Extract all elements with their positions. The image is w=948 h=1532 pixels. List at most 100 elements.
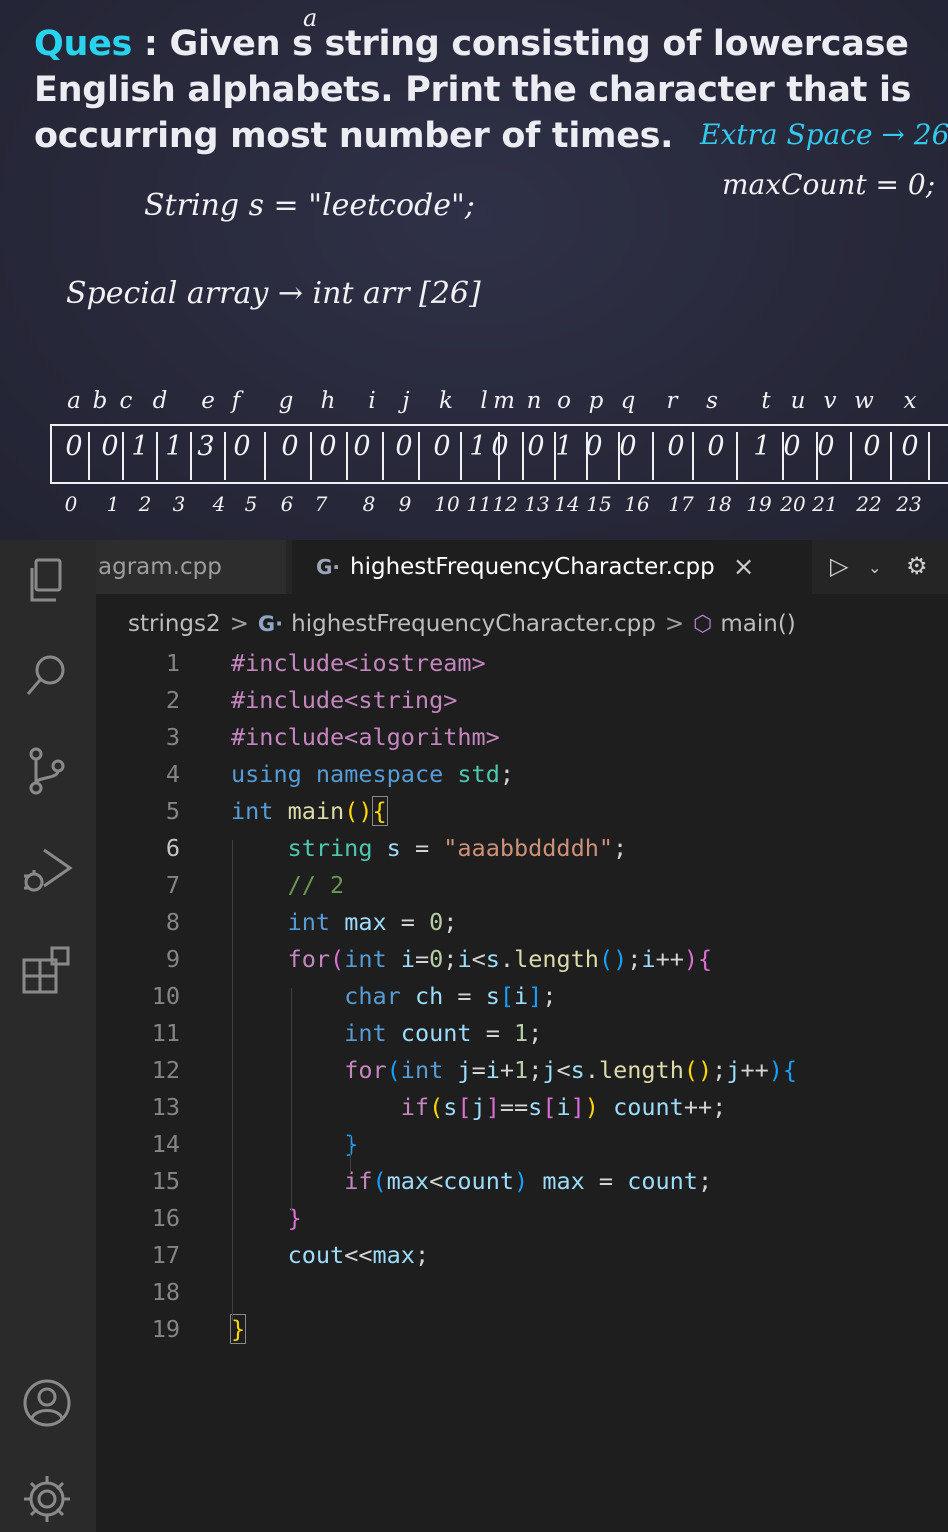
line-number: 1 (165, 648, 180, 677)
array-index: 5 (244, 492, 258, 516)
line-number: 15 (151, 1166, 180, 1195)
line-number: 14 (151, 1129, 180, 1158)
whiteboard: Ques : Given s string consisting of lowe… (0, 0, 948, 540)
tab-highest-frequency-character[interactable]: G· highestFrequencyCharacter.cpp × (292, 540, 812, 594)
code-line[interactable]: 5 int main(){ (96, 792, 948, 829)
array-cell-value: 0 (353, 431, 371, 462)
alphabet-letter: x (903, 388, 917, 414)
code-line[interactable]: 19} (96, 1310, 948, 1347)
cpp-file-icon: G· (316, 555, 341, 579)
array-cell-value: 0 (233, 431, 251, 462)
tab-label: agram.cpp (98, 554, 222, 580)
alphabet-letter: w (854, 388, 874, 414)
array-index: 3 (172, 492, 186, 516)
code-line[interactable]: 6 string s = "aaabbddddh"; (96, 829, 948, 866)
extensions-icon[interactable] (20, 942, 74, 996)
tab-anagram[interactable]: agram.cpp (96, 540, 286, 594)
indent-guide (350, 1136, 351, 1173)
code-text: int max = 0; (287, 907, 458, 936)
code-text: using namespace std; (231, 759, 515, 788)
code-text: int count = 1; (344, 1018, 543, 1047)
code-line[interactable]: 3 #include<algorithm> (96, 718, 948, 755)
array-cell-value: 0 (281, 431, 299, 462)
array-index: 0 (64, 492, 78, 516)
alphabet-letter: d (152, 388, 168, 414)
line-number: 10 (151, 981, 180, 1010)
code-text: cout<<max; (287, 1240, 430, 1269)
run-icon[interactable]: ▷ (830, 552, 848, 580)
code-line[interactable]: 15 if(max<count) max = count; (96, 1162, 948, 1199)
array-index: 22 (856, 492, 882, 516)
indent-guide (232, 840, 233, 1320)
line-number: 3 (165, 722, 180, 751)
chevron-right-icon: > (229, 611, 249, 637)
breadcrumb-symbol[interactable]: main() (720, 611, 795, 637)
code-line[interactable]: 18 (96, 1273, 948, 1310)
array-cell-value: 0 (667, 431, 685, 462)
explorer-icon[interactable] (20, 554, 74, 608)
breadcrumb-file[interactable]: highestFrequencyCharacter.cpp (291, 611, 656, 637)
code-line[interactable]: 16 } (96, 1199, 948, 1236)
question-line-3: occurring most number of times. (34, 116, 674, 156)
alphabet-letter: f (231, 388, 241, 414)
breadcrumb-folder[interactable]: strings2 (128, 611, 221, 637)
array-cell-value: 0 (585, 431, 603, 462)
search-icon[interactable] (20, 648, 74, 702)
alphabet-letter: v (823, 388, 837, 414)
array-cell-divider (264, 432, 266, 480)
code-line[interactable]: 12 for(int j=i+1;j<s.length();j++){ (96, 1051, 948, 1088)
array-cell-divider (850, 432, 852, 480)
code-line[interactable]: 14 } (96, 1125, 948, 1162)
alphabet-letter: a (67, 388, 81, 414)
code-line[interactable]: 2 #include<string> (96, 681, 948, 718)
line-number: 7 (165, 870, 180, 899)
editor-settings-gear-icon[interactable]: ⚙ (906, 552, 928, 580)
array-index: 13 (524, 492, 550, 516)
line-number: 17 (151, 1240, 180, 1269)
alphabet-letter: r (666, 388, 678, 414)
code-line[interactable]: 9 for(int i=0;i<s.length();i++){ (96, 940, 948, 977)
account-icon[interactable] (20, 1376, 74, 1430)
code-line[interactable]: 17 cout<<max; (96, 1236, 948, 1273)
code-text: #include<string> (231, 685, 458, 714)
code-text: for(int j=i+1;j<s.length();j++){ (344, 1055, 798, 1084)
source-control-icon[interactable] (20, 744, 74, 798)
line-number: 2 (165, 685, 180, 714)
code-line[interactable]: 10 char ch = s[i]; (96, 977, 948, 1014)
array-cell-value: 1 (165, 431, 183, 462)
alphabet-letter: o (557, 388, 571, 414)
close-tab-icon[interactable]: × (733, 552, 755, 582)
settings-gear-icon[interactable] (20, 1472, 74, 1526)
array-index: 14 (554, 492, 580, 516)
array-cell-value: 0 (863, 431, 881, 462)
array-index: 21 (812, 492, 838, 516)
code-line[interactable]: 4 using namespace std; (96, 755, 948, 792)
handwritten-a: a (303, 4, 318, 32)
code-line[interactable]: 11 int count = 1; (96, 1014, 948, 1051)
code-line[interactable]: 8 int max = 0; (96, 903, 948, 940)
array-cell-divider (692, 432, 694, 480)
chevron-right-icon: > (664, 611, 685, 637)
line-number: 18 (151, 1277, 180, 1306)
code-line[interactable]: 1 #include<iostream> (96, 644, 948, 681)
line-number: 9 (165, 944, 180, 973)
array-cell-divider (736, 432, 738, 480)
array-cell-divider (890, 432, 892, 480)
code-line[interactable]: 7 // 2 (96, 866, 948, 903)
array-index: 10 (434, 492, 460, 516)
code-line[interactable]: 13 if(s[j]==s[i]) count++; (96, 1088, 948, 1125)
alphabet-letter: k (439, 388, 453, 414)
chevron-down-icon[interactable]: ⌄ (868, 558, 881, 577)
array-index: 7 (314, 492, 328, 516)
array-cell-value: 0 (65, 431, 83, 462)
code-text: // 2 (287, 870, 345, 899)
array-cell-value: 3 (197, 431, 215, 462)
array-index: 6 (280, 492, 294, 516)
array-index: 18 (706, 492, 732, 516)
array-cell-value: 0 (707, 431, 725, 462)
code-text: if(max<count) max = count; (344, 1166, 713, 1195)
array-cell-value: 1 (555, 431, 573, 462)
run-debug-icon[interactable] (20, 844, 74, 898)
array-cell-divider (310, 432, 312, 480)
array-index: 19 (746, 492, 772, 516)
